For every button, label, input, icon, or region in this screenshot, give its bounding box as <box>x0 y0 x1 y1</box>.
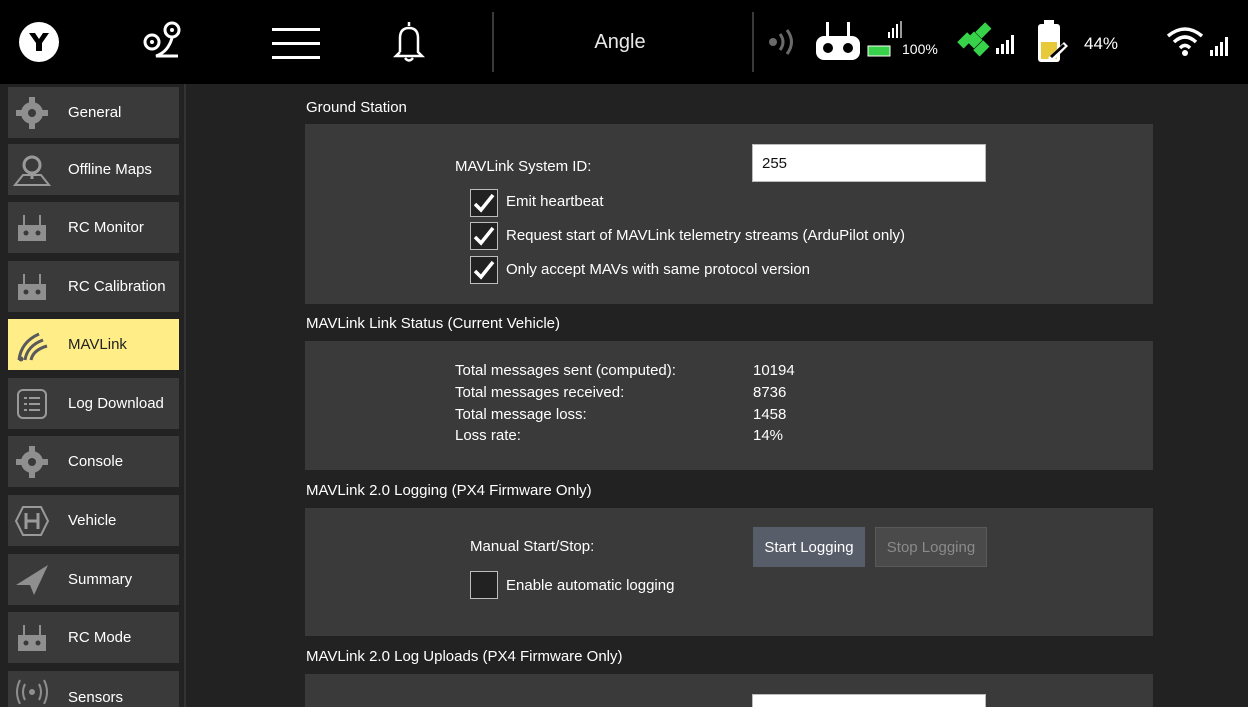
status-value: 1458 <box>753 406 787 423</box>
logging-panel: Manual Start/Stop: Start Logging Stop Lo… <box>305 508 1153 636</box>
sidebar-item-label: Summary <box>68 571 133 588</box>
start-logging-button[interactable]: Start Logging <box>753 527 865 567</box>
sidebar-item-label: MAVLink <box>68 336 127 353</box>
same-protocol-checkbox[interactable] <box>470 256 498 284</box>
paper-plane-icon <box>8 554 56 605</box>
wifi-signal-icon <box>1208 34 1232 56</box>
menu-icon[interactable] <box>270 22 322 64</box>
status-value: 10194 <box>753 362 795 379</box>
wifi-icon[interactable] <box>1166 24 1204 58</box>
logging-title: MAVLink 2.0 Logging (PX4 Firmware Only) <box>306 482 592 499</box>
list-icon <box>8 378 56 429</box>
sidebar-item-label: RC Monitor <box>68 219 144 236</box>
checkmark-icon <box>473 226 495 246</box>
link-status-title: MAVLink Link Status (Current Vehicle) <box>306 315 560 332</box>
toolbar-divider <box>752 12 754 72</box>
sidebar-item-rc-monitor[interactable]: RC Monitor <box>8 202 179 253</box>
sidebar-item-offline-maps[interactable]: Offline Maps <box>8 144 179 195</box>
sidebar-item-rc-mode[interactable]: RC Mode <box>8 612 179 663</box>
status-label: Loss rate: <box>455 427 521 444</box>
radio-waves-icon <box>8 671 56 707</box>
battery-percent: 44% <box>1084 34 1119 53</box>
telemetry-radio-icon[interactable] <box>766 28 798 56</box>
gps-satellite-icon[interactable] <box>954 20 994 60</box>
battery-icon[interactable] <box>1034 20 1070 64</box>
gps-signal-icon <box>994 32 1018 54</box>
ground-station-panel: MAVLink System ID: 255 Emit heartbeat Re… <box>305 124 1153 304</box>
sidebar-item-label: General <box>68 104 122 121</box>
emit-heartbeat-label: Emit heartbeat <box>506 193 604 210</box>
sidebar-item-sensors[interactable]: Sensors <box>8 671 179 707</box>
system-id-input[interactable]: 255 <box>752 144 986 182</box>
status-label: Total messages sent (computed): <box>455 362 676 379</box>
sidebar-item-label: RC Mode <box>68 629 132 646</box>
sidebar-item-label: Log Download <box>68 395 164 412</box>
ground-station-title: Ground Station <box>306 99 407 116</box>
sidebar-item-general[interactable]: General <box>8 87 179 138</box>
same-protocol-label: Only accept MAVs with same protocol vers… <box>506 261 811 278</box>
status-value: 14% <box>753 427 784 444</box>
rc-transmitter-icon[interactable] <box>814 20 862 62</box>
status-value: 8736 <box>753 384 787 401</box>
request-streams-checkbox[interactable] <box>470 222 498 250</box>
automatic-logging-label: Enable automatic logging <box>506 577 675 594</box>
top-toolbar: Angle 100% 44% <box>0 0 1248 84</box>
rc-transmitter-icon <box>8 261 56 312</box>
rc-transmitter-icon <box>8 612 56 663</box>
log-uploads-input[interactable] <box>752 694 986 707</box>
mavlink-settings-page: Ground Station MAVLink System ID: 255 Em… <box>186 84 1248 707</box>
checkmark-icon <box>473 193 495 213</box>
sidebar-item-label: Sensors <box>68 689 124 706</box>
plan-view-icon[interactable] <box>138 18 188 64</box>
sidebar-item-summary[interactable]: Summary <box>8 554 179 605</box>
flight-mode-selector[interactable]: Angle <box>560 26 680 58</box>
sidebar-item-label: Vehicle <box>68 512 117 529</box>
app-logo-icon[interactable] <box>18 21 60 63</box>
emit-heartbeat-checkbox[interactable] <box>470 189 498 217</box>
sidebar-item-label: RC Calibration <box>68 278 166 295</box>
signal-waves-icon <box>8 319 56 370</box>
log-uploads-panel <box>305 674 1153 707</box>
settings-sidebar: General Offline Maps RC Monitor RC Calib… <box>0 84 186 707</box>
gear-icon <box>8 436 56 487</box>
toolbar-divider <box>492 12 494 72</box>
sidebar-item-label: Console <box>68 453 124 470</box>
status-label: Total message loss: <box>455 406 587 423</box>
gear-icon <box>8 87 56 138</box>
rc-rssi-indicator <box>866 20 906 60</box>
sidebar-item-console[interactable]: Console <box>8 436 179 487</box>
rc-transmitter-icon <box>8 202 56 253</box>
sidebar-item-log-download[interactable]: Log Download <box>8 378 179 429</box>
checkmark-icon <box>473 260 495 280</box>
log-uploads-title: MAVLink 2.0 Log Uploads (PX4 Firmware On… <box>306 648 623 665</box>
system-id-label: MAVLink System ID: <box>455 158 592 175</box>
request-streams-label: Request start of MAVLink telemetry strea… <box>506 227 906 244</box>
bell-icon[interactable] <box>392 18 426 64</box>
sidebar-item-label: Offline Maps <box>68 161 152 178</box>
sidebar-item-rc-calibration[interactable]: RC Calibration <box>8 261 179 312</box>
rc-rssi-value: 100% <box>902 41 938 57</box>
map-pin-icon <box>8 144 56 195</box>
link-status-panel: Total messages sent (computed): 10194 To… <box>305 341 1153 470</box>
hexagon-h-icon <box>8 495 56 546</box>
sidebar-item-vehicle[interactable]: Vehicle <box>8 495 179 546</box>
status-label: Total messages received: <box>455 384 625 401</box>
automatic-logging-checkbox[interactable] <box>470 571 498 599</box>
sidebar-item-mavlink[interactable]: MAVLink <box>8 319 179 370</box>
manual-start-stop-label: Manual Start/Stop: <box>470 538 595 555</box>
stop-logging-button[interactable]: Stop Logging <box>875 527 987 567</box>
